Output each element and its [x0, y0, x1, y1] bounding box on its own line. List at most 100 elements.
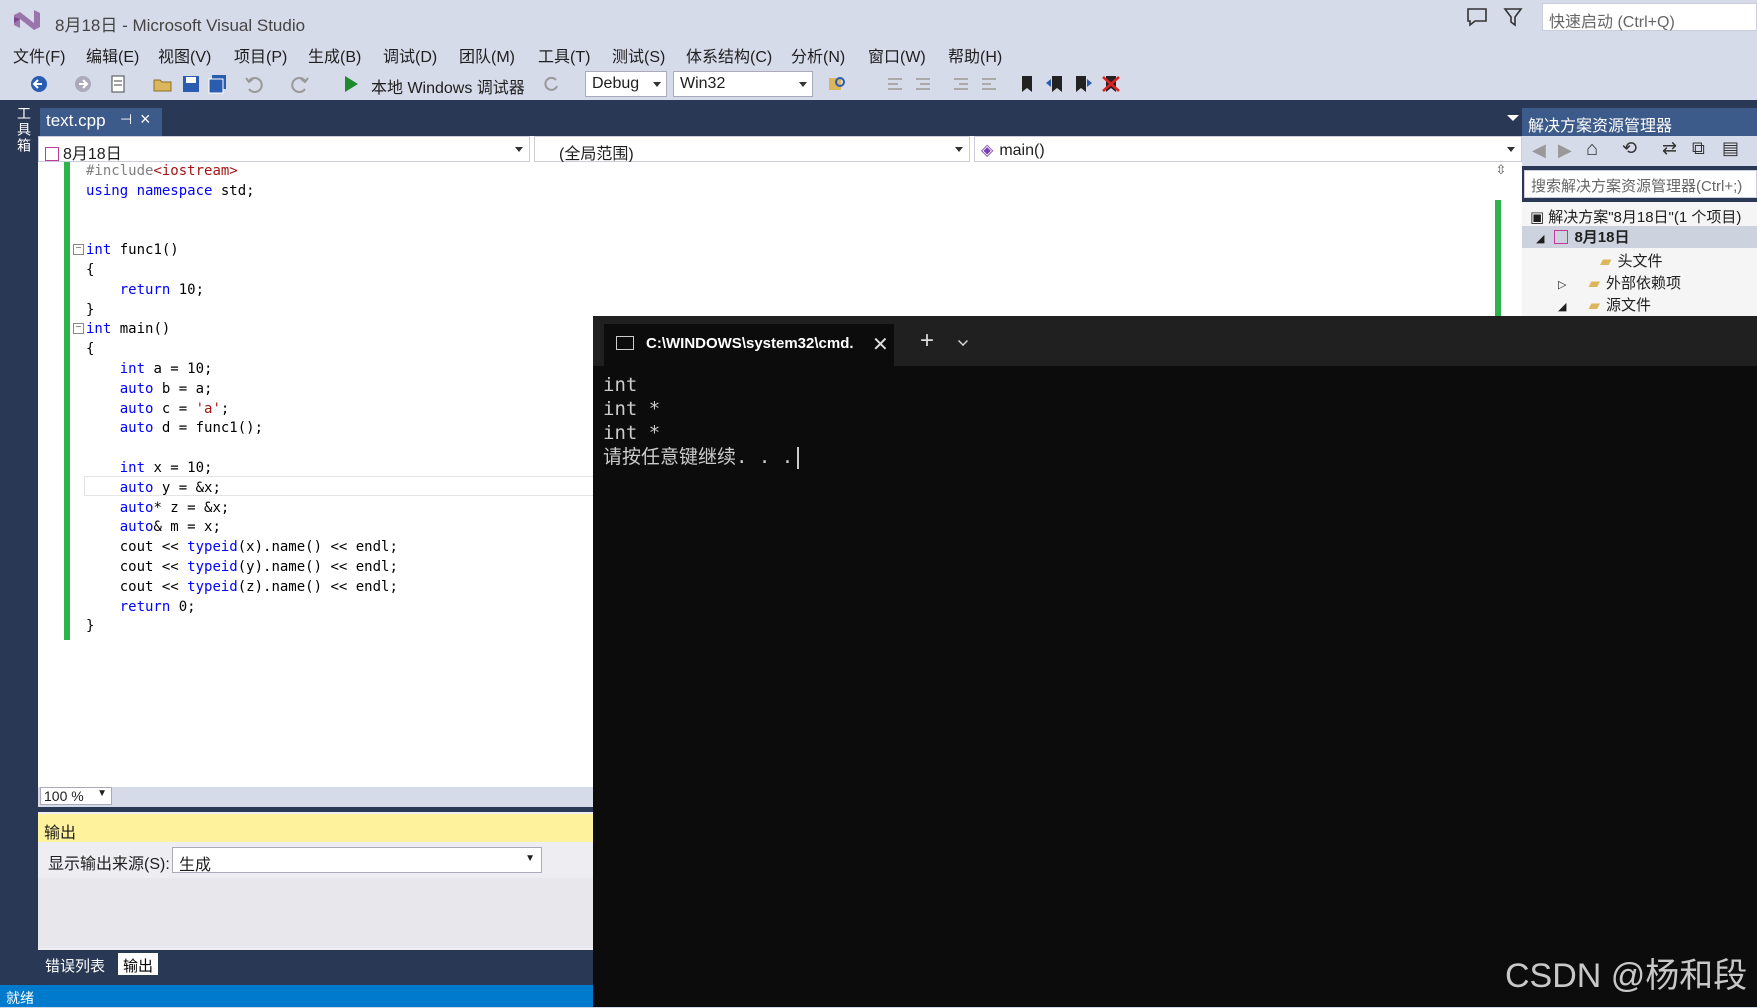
chevron-down-icon: [653, 82, 661, 87]
tree-label: 外部依赖项: [1606, 275, 1682, 292]
find-in-files-icon[interactable]: [826, 73, 848, 95]
change-tracking-bar: [64, 162, 70, 640]
previous-bookmark-icon[interactable]: [1044, 73, 1066, 95]
bottom-tab-bar: 错误列表 输出: [38, 950, 593, 976]
menu-bar: 文件(F) 编辑(E) 视图(V) 项目(P) 生成(B) 调试(D) 团队(M…: [0, 40, 1757, 68]
menu-edit[interactable]: 编辑(E): [86, 43, 139, 67]
collapse-all-icon[interactable]: ⧉: [1692, 138, 1705, 159]
sync-icon[interactable]: ⇄: [1662, 138, 1677, 159]
menu-project[interactable]: 项目(P): [234, 43, 287, 67]
forward-arrow-icon[interactable]: [72, 73, 94, 95]
menu-file[interactable]: 文件(F): [13, 43, 65, 67]
tab-error-list[interactable]: 错误列表: [40, 953, 110, 975]
navigation-bar: 8月18日 (全局范围) ◈ main(): [38, 136, 1522, 163]
source-code[interactable]: #include<iostream> using namespace std; …: [86, 162, 398, 637]
save-all-icon[interactable]: [207, 73, 229, 95]
project-value: 8月18日: [63, 146, 122, 163]
split-editor-icon[interactable]: ⇳: [1492, 162, 1510, 178]
cpp-project-icon: [1554, 230, 1569, 244]
menu-build[interactable]: 生成(B): [308, 43, 361, 67]
tabs-dropdown-icon[interactable]: [1507, 115, 1519, 121]
tab-output[interactable]: 输出: [118, 953, 159, 975]
decrease-indent-icon[interactable]: [950, 73, 972, 95]
start-debugging-button[interactable]: 本地 Windows 调试器: [345, 71, 525, 97]
feedback-icon[interactable]: [1465, 6, 1489, 28]
scope-select[interactable]: (全局范围): [534, 136, 970, 163]
menu-team[interactable]: 团队(M): [459, 43, 515, 67]
menu-debug[interactable]: 调试(D): [383, 43, 437, 67]
menu-architecture[interactable]: 体系结构(C): [686, 43, 772, 67]
pin-icon[interactable]: ⊣: [120, 111, 132, 128]
platform-value: Win32: [680, 75, 726, 92]
zoom-select[interactable]: 100 % ▼: [40, 787, 112, 805]
configuration-select[interactable]: Debug: [585, 71, 667, 97]
increase-indent-icon[interactable]: [978, 73, 1000, 95]
menu-view[interactable]: 视图(V): [158, 43, 211, 67]
output-text-area[interactable]: [38, 878, 593, 948]
menu-tools[interactable]: 工具(T): [538, 43, 590, 67]
cpp-project-icon: [45, 147, 59, 161]
back-icon[interactable]: ◀: [1532, 140, 1546, 161]
output-source-select[interactable]: 生成 ▼: [172, 847, 542, 874]
toolbar: 本地 Windows 调试器 Debug Win32: [0, 68, 1757, 100]
tree-solution[interactable]: ▣ 解决方案"8月18日"(1 个项目): [1530, 206, 1741, 227]
uncomment-icon[interactable]: [912, 73, 934, 95]
scope-value: (全局范围): [559, 146, 634, 163]
platform-select[interactable]: Win32: [673, 71, 813, 97]
editor-status-strip: [38, 787, 593, 807]
terminal-tab-title: C:\WINDOWS\system32\cmd.: [646, 335, 854, 352]
tree-project[interactable]: ◢ 8月18日: [1522, 226, 1757, 248]
tree-item-sources[interactable]: ◢ ▰ 源文件: [1558, 294, 1651, 315]
menu-window[interactable]: 窗口(W): [868, 43, 926, 67]
method-icon: ◈: [981, 142, 994, 159]
new-project-icon[interactable]: [108, 73, 130, 95]
chevron-down-icon: [799, 82, 807, 87]
next-bookmark-icon[interactable]: [1072, 73, 1094, 95]
clear-bookmarks-icon[interactable]: [1100, 73, 1122, 95]
new-tab-icon[interactable]: +: [920, 327, 934, 355]
close-icon[interactable]: ✕: [872, 332, 889, 357]
terminal-line: int: [603, 374, 638, 396]
tab-text-cpp[interactable]: text.cpp ⊣ ×: [40, 108, 162, 136]
terminal-line: 请按任意键继续. . .: [603, 446, 794, 468]
menu-analyze[interactable]: 分析(N): [791, 43, 845, 67]
expanded-triangle-icon: ◢: [1558, 301, 1567, 313]
back-arrow-icon[interactable]: [28, 73, 50, 95]
forward-icon[interactable]: ▶: [1558, 140, 1572, 161]
project-select[interactable]: 8月18日: [38, 136, 530, 163]
show-all-files-icon[interactable]: ▤: [1722, 138, 1739, 159]
history-icon[interactable]: ⟲: [1622, 138, 1637, 159]
close-icon[interactable]: ×: [140, 109, 151, 130]
undo-icon[interactable]: [243, 73, 265, 95]
menu-test[interactable]: 测试(S): [612, 43, 665, 67]
chevron-down-icon: [1507, 147, 1515, 152]
collapse-icon[interactable]: −: [73, 323, 84, 334]
chevron-down-icon: [955, 147, 963, 152]
output-source-value: 生成: [179, 857, 212, 874]
redo-icon[interactable]: [289, 73, 311, 95]
terminal-line: int *: [603, 422, 661, 444]
terminal-tab[interactable]: C:\WINDOWS\system32\cmd. ✕: [604, 324, 894, 366]
tree-item-external-deps[interactable]: ▷ ▰ 外部依赖项: [1558, 272, 1681, 293]
bookmark-icon[interactable]: [1016, 73, 1038, 95]
chevron-down-icon: [515, 147, 523, 152]
toolbox-tab[interactable]: 工具箱: [4, 106, 34, 186]
watermark: CSDN @杨和段: [1505, 957, 1748, 995]
text-cursor: [797, 446, 800, 469]
refresh-icon[interactable]: [540, 73, 562, 95]
open-folder-icon[interactable]: [152, 73, 174, 95]
save-icon[interactable]: [180, 73, 202, 95]
terminal-output[interactable]: int int * int * 请按任意键继续. . .: [603, 373, 800, 469]
collapse-icon[interactable]: −: [73, 244, 84, 255]
solution-tree: ▣ 解决方案"8月18日"(1 个项目) ◢ 8月18日 ▰ 头文件 ▷ ▰ 外部依赖项 …: [1522, 202, 1757, 322]
quick-launch-input[interactable]: 快速启动 (Ctrl+Q): [1542, 3, 1757, 31]
member-select[interactable]: ◈ main(): [974, 136, 1522, 162]
home-icon[interactable]: ⌂: [1586, 138, 1598, 161]
menu-help[interactable]: 帮助(H): [948, 43, 1002, 67]
solution-explorer-search[interactable]: 搜索解决方案资源管理器(Ctrl+;): [1524, 170, 1757, 198]
filter-icon[interactable]: [1503, 6, 1523, 28]
tree-item-headers[interactable]: ▰ 头文件: [1600, 250, 1663, 271]
tree-label: 头文件: [1617, 253, 1663, 270]
comment-icon[interactable]: [884, 73, 906, 95]
chevron-down-icon: ▼: [97, 788, 107, 799]
